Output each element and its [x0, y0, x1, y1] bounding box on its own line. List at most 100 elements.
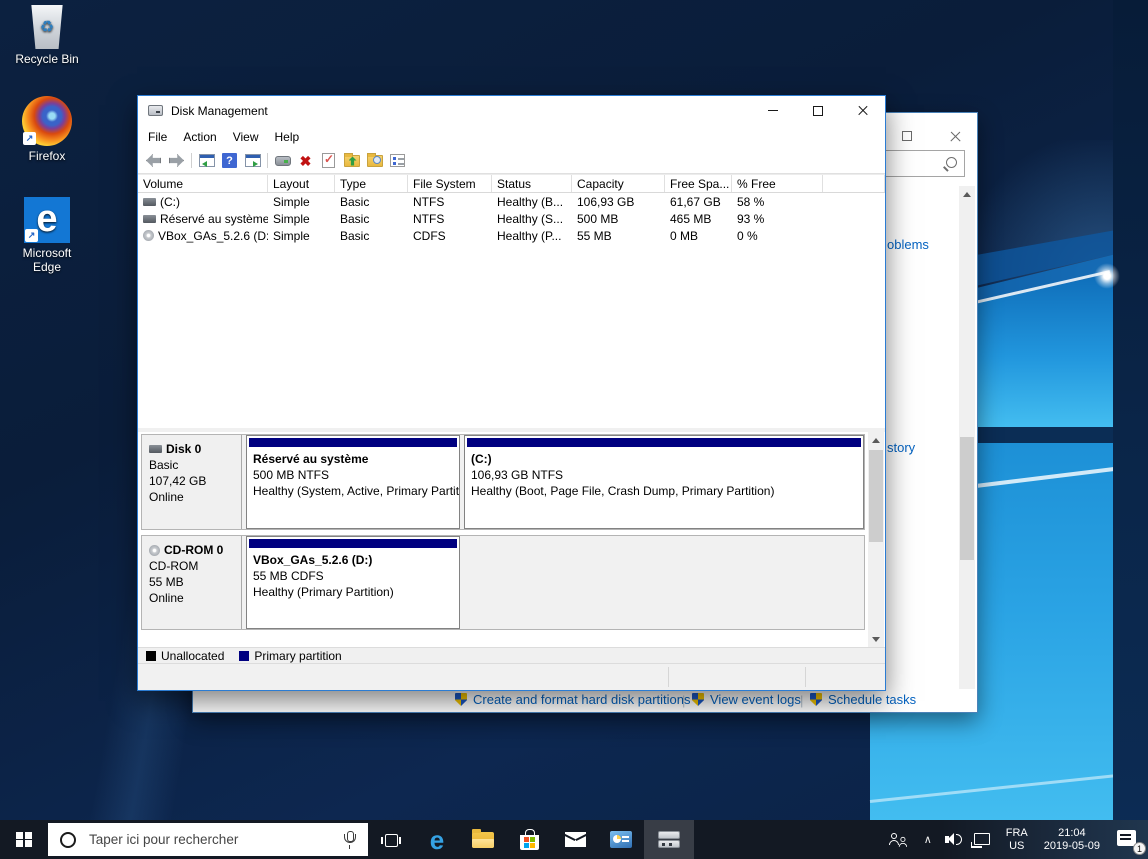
- folder-explore-icon: [367, 155, 383, 167]
- volume-free: 465 MB: [665, 212, 732, 226]
- column-type[interactable]: Type: [335, 175, 408, 192]
- status-bar-separator: [668, 667, 669, 687]
- column-pct-free[interactable]: % Free: [732, 175, 823, 192]
- people-button[interactable]: [882, 820, 916, 859]
- volume-name: VBox_GAs_5.2.6 (D:): [158, 229, 268, 243]
- mark-active-button[interactable]: ✓: [317, 150, 340, 172]
- maximize-button[interactable]: [894, 126, 920, 146]
- menu-view[interactable]: View: [225, 130, 267, 144]
- windows-logo-icon: [16, 832, 32, 848]
- disk-management-icon: [658, 831, 680, 849]
- toolbar-separator: [267, 153, 268, 168]
- column-volume[interactable]: Volume: [138, 175, 268, 192]
- volume-pct-free: 0 %: [732, 229, 823, 243]
- volume-capacity: 55 MB: [572, 229, 665, 243]
- close-button[interactable]: [942, 126, 968, 146]
- partition-name: (C:): [471, 451, 863, 467]
- partition-detail: 500 MB NTFS: [253, 467, 459, 483]
- disk-0-block: Disk 0 Basic 107,42 GB Online Réservé au…: [141, 434, 865, 530]
- action-center-button[interactable]: 1: [1108, 820, 1148, 859]
- primary-partition-band: [467, 438, 861, 447]
- partition-c[interactable]: (C:) 106,93 GB NTFS Healthy (Boot, Page …: [464, 435, 864, 529]
- help-button[interactable]: ?: [218, 150, 241, 172]
- link-view-event-logs[interactable]: View event logs: [692, 692, 801, 707]
- taskbar-disk-management-button[interactable]: [644, 820, 694, 859]
- menu-bar: File Action View Help: [138, 125, 885, 148]
- volume-list-header: Volume Layout Type File System Status Ca…: [138, 175, 885, 193]
- open-button[interactable]: [340, 150, 363, 172]
- taskbar-store-button[interactable]: [506, 820, 552, 859]
- control-panel-link-history[interactable]: story: [887, 440, 915, 455]
- desktop-icon-recycle-bin[interactable]: ♻ Recycle Bin: [9, 5, 85, 66]
- microphone-icon[interactable]: [342, 831, 356, 849]
- column-layout[interactable]: Layout: [268, 175, 335, 192]
- title-bar[interactable]: Disk Management: [138, 96, 885, 125]
- explore-button[interactable]: [363, 150, 386, 172]
- search-input[interactable]: [87, 831, 342, 848]
- scroll-up-icon[interactable]: [868, 432, 884, 448]
- desktop-icon-label: Microsoft Edge: [9, 246, 85, 274]
- primary-partition-band: [249, 539, 457, 548]
- cdrom-0-header[interactable]: CD-ROM 0 CD-ROM 55 MB Online: [142, 536, 242, 629]
- link-schedule-tasks[interactable]: Schedule tasks: [810, 692, 916, 707]
- desktop-icon-edge[interactable]: e ↗ Microsoft Edge: [9, 197, 85, 274]
- control-panel-link-problems[interactable]: oblems: [887, 237, 929, 252]
- notification-badge: 1: [1133, 842, 1146, 855]
- scrollbar-thumb[interactable]: [960, 437, 974, 560]
- show-console-tree-button[interactable]: [195, 150, 218, 172]
- partition-vbox[interactable]: VBox_GAs_5.2.6 (D:) 55 MB CDFS Healthy (…: [246, 536, 460, 629]
- back-button[interactable]: [142, 150, 165, 172]
- scroll-down-icon[interactable]: [868, 631, 884, 647]
- clock[interactable]: 21:04 2019-05-09: [1036, 820, 1108, 859]
- forward-button[interactable]: [165, 150, 188, 172]
- volume-row-vbox[interactable]: VBox_GAs_5.2.6 (D:) Simple Basic CDFS He…: [138, 227, 885, 244]
- taskbar-edge-button[interactable]: e: [414, 820, 460, 859]
- column-capacity[interactable]: Capacity: [572, 175, 665, 192]
- task-view-button[interactable]: [368, 820, 414, 859]
- network-button[interactable]: [968, 820, 998, 859]
- close-button[interactable]: [840, 96, 885, 125]
- properties-button[interactable]: [386, 150, 409, 172]
- views-button[interactable]: [271, 150, 294, 172]
- volume-row-system-reserved[interactable]: Réservé au système Simple Basic NTFS Hea…: [138, 210, 885, 227]
- volume-status: Healthy (P...: [492, 229, 572, 243]
- menu-action[interactable]: Action: [175, 130, 224, 144]
- control-panel-scrollbar[interactable]: [959, 186, 975, 707]
- console-tree-icon: [199, 154, 215, 167]
- maximize-button[interactable]: [795, 96, 840, 125]
- volume-free: 61,67 GB: [665, 195, 732, 209]
- edge-e-glyph: e: [36, 198, 57, 240]
- taskbar-file-explorer-button[interactable]: [460, 820, 506, 859]
- partition-system-reserved[interactable]: Réservé au système 500 MB NTFS Healthy (…: [246, 435, 460, 529]
- mail-icon: [565, 832, 586, 847]
- check-document-icon: ✓: [322, 153, 335, 168]
- disk-0-header[interactable]: Disk 0 Basic 107,42 GB Online: [142, 435, 242, 529]
- volume-fs: NTFS: [408, 212, 492, 226]
- show-action-pane-button[interactable]: [241, 150, 264, 172]
- show-hidden-icons-button[interactable]: ∧: [916, 820, 940, 859]
- volume-button[interactable]: [940, 820, 968, 859]
- column-status[interactable]: Status: [492, 175, 572, 192]
- scroll-up-icon[interactable]: [959, 186, 975, 202]
- link-create-partitions[interactable]: Create and format hard disk partitions: [455, 692, 691, 707]
- start-button[interactable]: [0, 820, 48, 859]
- menu-file[interactable]: File: [140, 130, 175, 144]
- status-bar-separator: [805, 667, 806, 687]
- taskbar-control-panel-button[interactable]: [598, 820, 644, 859]
- scrollbar-thumb[interactable]: [869, 450, 883, 542]
- taskbar-mail-button[interactable]: [552, 820, 598, 859]
- desktop-icon-firefox[interactable]: ↗ Firefox: [9, 96, 85, 163]
- graphical-view-scrollbar[interactable]: [868, 432, 884, 647]
- delete-icon: ✖: [300, 154, 312, 168]
- volume-row-c[interactable]: (C:) Simple Basic NTFS Healthy (B... 106…: [138, 193, 885, 210]
- taskbar-search[interactable]: [48, 823, 368, 856]
- column-file-system[interactable]: File System: [408, 175, 492, 192]
- language-indicator[interactable]: FRA US: [998, 820, 1036, 859]
- column-empty: [823, 175, 885, 192]
- menu-help[interactable]: Help: [267, 130, 308, 144]
- column-free-space[interactable]: Free Spa...: [665, 175, 732, 192]
- delete-volume-button[interactable]: ✖: [294, 150, 317, 172]
- minimize-button[interactable]: [750, 96, 795, 125]
- partition-detail: 55 MB CDFS: [253, 568, 459, 584]
- partition-status: Healthy (Boot, Page File, Crash Dump, Pr…: [471, 483, 863, 499]
